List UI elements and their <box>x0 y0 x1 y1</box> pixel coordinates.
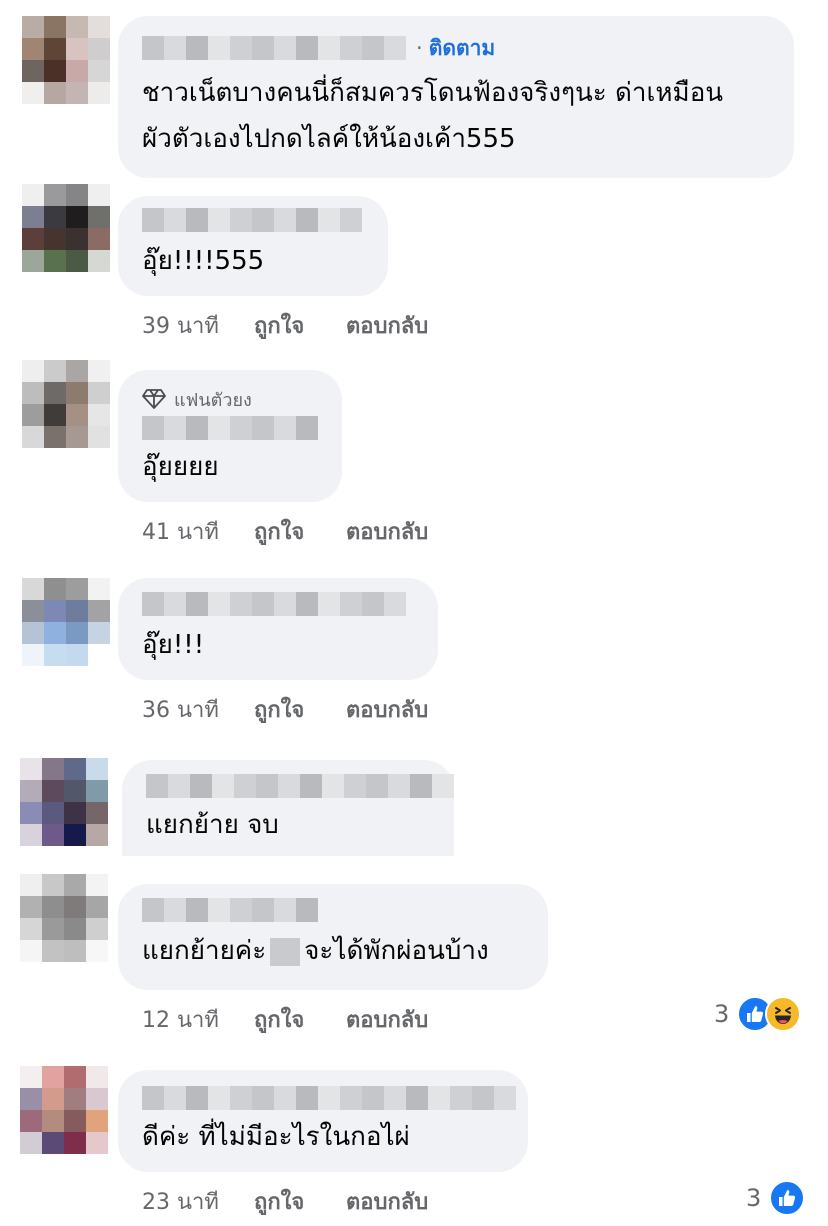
reply-button[interactable]: ตอบกลับ <box>346 514 428 549</box>
avatar[interactable] <box>20 758 108 846</box>
comment-text-end: จะได้พักผ่อนบ้าง <box>304 936 489 966</box>
comment-bubble: แยกย้ายค่ะ จะได้พักผ่อนบ้าง <box>118 884 548 990</box>
redacted-name <box>146 774 456 798</box>
comment-text-line-2: ผัวตัวเองไปกดไลค์ให้น้องเค้า555 <box>142 124 516 154</box>
avatar[interactable] <box>22 16 110 104</box>
badge-label: แฟนตัวยง <box>174 389 252 411</box>
avatar[interactable] <box>20 1066 108 1154</box>
comment-author[interactable]: · ติดตาม <box>142 34 770 62</box>
comment-bubble: ดีค่ะ ที่ไม่มีอะไรในกอไผ่ <box>118 1070 528 1172</box>
comment-actions: 36 นาที ถูกใจ ตอบกลับ <box>142 692 428 727</box>
like-button[interactable]: ถูกใจ <box>254 308 346 343</box>
like-icon <box>769 1180 806 1216</box>
reaction-summary[interactable]: 3 <box>714 996 802 1032</box>
comment-text-start: แยกย้ายค่ะ <box>142 936 267 966</box>
redacted-word <box>270 937 301 966</box>
redacted-name <box>142 1086 516 1110</box>
like-button[interactable]: ถูกใจ <box>254 692 346 727</box>
reaction-count: 3 <box>714 1000 730 1028</box>
redacted-name <box>142 898 318 922</box>
comment-text: ชาวเน็ตบางคนนี่ก็สมควรโดนฟ้องจริงๆนะ ด่า… <box>142 70 770 162</box>
comment-text: อุ๊ย!!! <box>142 630 205 660</box>
reaction-count: 3 <box>746 1184 762 1212</box>
comment-actions: 23 นาที ถูกใจ ตอบกลับ <box>142 1184 428 1219</box>
diamond-icon <box>142 389 166 409</box>
comment-text: อุ๊ย!!!!555 <box>142 246 265 276</box>
reply-button[interactable]: ตอบกลับ <box>346 1184 428 1219</box>
avatar[interactable] <box>22 360 110 448</box>
comment-time[interactable]: 36 นาที <box>142 692 254 727</box>
comment-text: อุ๊ยยยย <box>142 452 219 482</box>
comment-text: แยกย้ายค่ะ จะได้พักผ่อนบ้าง <box>142 928 524 974</box>
reply-button[interactable]: ตอบกลับ <box>346 692 428 727</box>
comment-bubble: แยกย้าย จบ <box>122 760 454 856</box>
comment-bubble: อุ๊ย!!! <box>118 578 438 680</box>
follow-link[interactable]: · ติดตาม <box>416 32 495 65</box>
top-fan-badge: แฟนตัวยง <box>142 386 318 412</box>
reply-button[interactable]: ตอบกลับ <box>346 308 428 343</box>
redacted-name <box>142 36 406 60</box>
like-button[interactable]: ถูกใจ <box>254 1002 346 1037</box>
avatar[interactable] <box>20 874 108 962</box>
comment-text: ดีค่ะ ที่ไม่มีอะไรในกอไผ่ <box>142 1122 410 1152</box>
comment-time[interactable]: 12 นาที <box>142 1002 254 1037</box>
comment-actions: 12 นาที ถูกใจ ตอบกลับ <box>142 1002 428 1037</box>
redacted-name <box>142 208 362 232</box>
comment-actions: 41 นาที ถูกใจ ตอบกลับ <box>142 514 428 549</box>
reply-button[interactable]: ตอบกลับ <box>346 1002 428 1037</box>
redacted-name <box>142 592 420 616</box>
comment-actions: 39 นาที ถูกใจ ตอบกลับ <box>142 308 428 343</box>
reaction-summary[interactable]: 3 <box>746 1180 806 1216</box>
haha-icon <box>765 996 802 1032</box>
comment-text: แยกย้าย จบ <box>146 810 279 840</box>
comment-bubble: · ติดตาม ชาวเน็ตบางคนนี่ก็สมควรโดนฟ้องจริ… <box>118 16 794 178</box>
avatar[interactable] <box>22 184 110 272</box>
comment-time[interactable]: 41 นาที <box>142 514 254 549</box>
follow-label: ติดตาม <box>428 35 496 60</box>
follow-separator: · <box>416 35 423 60</box>
like-button[interactable]: ถูกใจ <box>254 514 346 549</box>
like-button[interactable]: ถูกใจ <box>254 1184 346 1219</box>
comment-text-line-1: ชาวเน็ตบางคนนี่ก็สมควรโดนฟ้องจริงๆนะ ด่า… <box>142 78 724 108</box>
comment-bubble: แฟนตัวยง อุ๊ยยยย <box>118 370 342 502</box>
comment-bubble: อุ๊ย!!!!555 <box>118 196 388 296</box>
avatar[interactable] <box>22 578 110 666</box>
redacted-name <box>142 416 328 440</box>
comment-time[interactable]: 39 นาที <box>142 308 254 343</box>
comment-time[interactable]: 23 นาที <box>142 1184 254 1219</box>
